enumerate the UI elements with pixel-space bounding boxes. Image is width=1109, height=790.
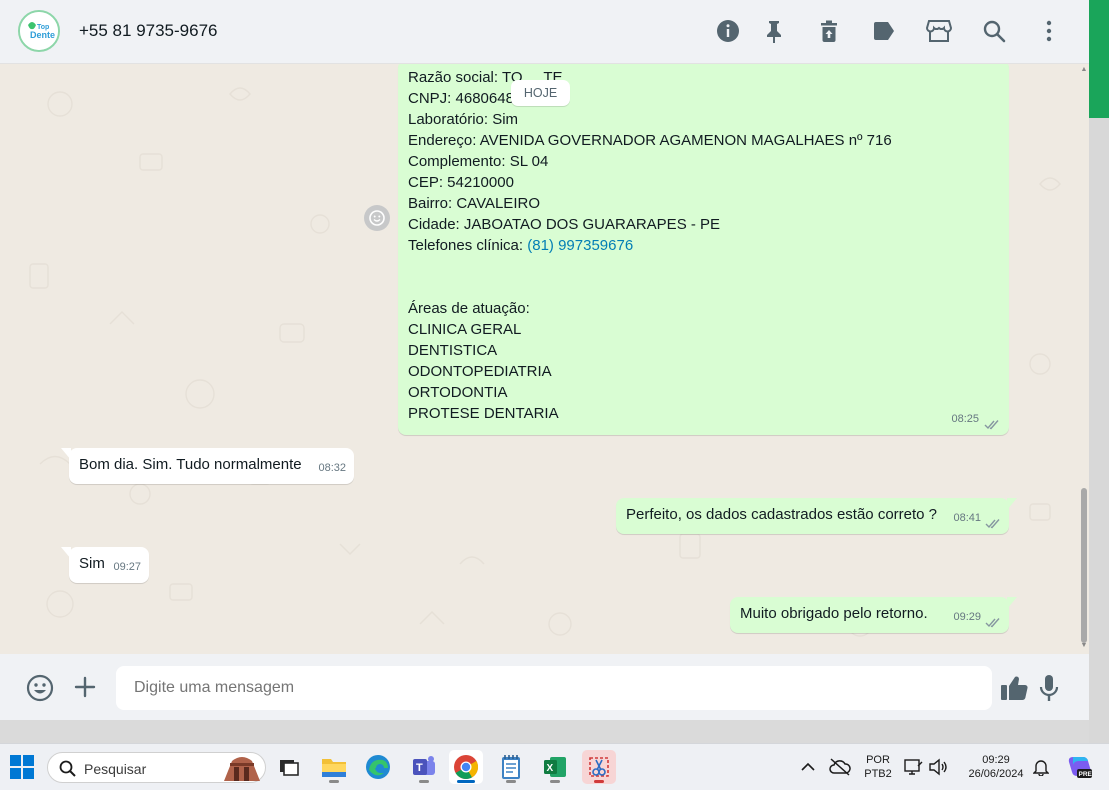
read-ticks-icon [985, 618, 1000, 628]
scroll-up-arrow[interactable]: ▲ [1080, 66, 1088, 74]
contact-avatar[interactable]: Top Dente [18, 10, 60, 52]
volume-icon[interactable] [925, 750, 951, 784]
svg-text:PRE: PRE [1079, 771, 1093, 778]
label-icon[interactable] [871, 18, 897, 44]
search-label: Pesquisar [84, 761, 147, 777]
running-indicator [594, 780, 604, 783]
menu-icon[interactable] [1036, 18, 1062, 44]
notification-bell-icon[interactable] [1027, 750, 1055, 784]
active-indicator [457, 780, 475, 783]
bubble-tail [61, 448, 71, 460]
outgoing-message-bubble[interactable]: Perfeito, os dados cadastrados estão cor… [616, 498, 1009, 534]
message-text: Perfeito, os dados cadastrados estão cor… [626, 506, 938, 523]
bubble-tail [61, 547, 71, 559]
plus-icon[interactable] [72, 674, 98, 700]
snipping-tool-icon[interactable] [582, 750, 616, 784]
pin-icon[interactable] [761, 18, 787, 44]
network-icon[interactable] [900, 750, 926, 784]
search-highlight-image [224, 757, 260, 781]
microphone-icon[interactable] [1036, 673, 1062, 703]
chat-header: Top Dente +55 81 9735-9676 [0, 0, 1089, 64]
notepad-icon[interactable] [494, 750, 528, 784]
search-icon [59, 760, 76, 777]
incoming-message-bubble[interactable]: Sim 09:27 [69, 547, 149, 583]
read-ticks-icon [984, 420, 999, 430]
running-indicator [506, 780, 516, 783]
search-icon[interactable] [981, 18, 1007, 44]
message-time: 09:29 [953, 611, 981, 623]
cloud-offline-icon[interactable] [823, 750, 857, 784]
windows-taskbar: Pesquisar T X POR PTB2 09:29 26/06/2024 … [0, 743, 1109, 790]
taskbar-search[interactable]: Pesquisar [47, 752, 266, 783]
message-time: 08:25 [951, 413, 979, 425]
info-icon[interactable] [715, 18, 741, 44]
running-indicator [419, 780, 429, 783]
message-text: Razão social: TO TE CNPJ: 4680648 Labora… [408, 69, 892, 422]
file-explorer-icon[interactable] [317, 750, 351, 784]
compose-bar [0, 654, 1089, 720]
language-indicator[interactable]: POR PTB2 [860, 753, 896, 781]
date-divider: HOJE [511, 80, 570, 106]
chrome-icon[interactable] [449, 750, 483, 784]
incoming-message-bubble[interactable]: Bom dia. Sim. Tudo normalmente 08:32 [69, 448, 354, 484]
message-text: Bom dia. Sim. Tudo normalmente [79, 456, 302, 473]
running-indicator [550, 780, 560, 783]
scrollbar-thumb[interactable] [1081, 488, 1087, 643]
message-list[interactable]: Razão social: TO TE CNPJ: 4680648 Labora… [0, 64, 1089, 654]
bubble-tail [1007, 597, 1017, 609]
outgoing-message-bubble[interactable]: Muito obrigado pelo retorno. 09:29 [730, 597, 1009, 633]
message-time: 08:41 [953, 512, 981, 524]
chat-scrollbar[interactable]: ▲ ▼ [1080, 66, 1088, 652]
read-ticks-icon [985, 519, 1000, 529]
svg-text:T: T [416, 762, 423, 774]
window-edge-accent [1089, 0, 1109, 118]
message-text: Muito obrigado pelo retorno. [740, 605, 928, 622]
edge-icon[interactable] [361, 750, 395, 784]
window-edge [1089, 118, 1109, 743]
svg-text:X: X [547, 763, 554, 774]
message-text: Sim [79, 555, 105, 572]
store-icon[interactable] [926, 18, 952, 44]
message-time: 08:32 [318, 462, 346, 474]
task-view-icon[interactable] [272, 750, 306, 784]
scroll-down-arrow[interactable]: ▼ [1080, 642, 1088, 650]
thumbs-up-icon[interactable] [999, 673, 1029, 703]
teams-icon[interactable]: T [407, 750, 441, 784]
message-time: 09:27 [113, 561, 141, 573]
copilot-icon[interactable]: PRE [1062, 750, 1096, 784]
running-indicator [329, 780, 339, 783]
chevron-up-icon[interactable] [791, 750, 825, 784]
window-bottom-border [0, 720, 1089, 743]
bubble-tail [1007, 498, 1017, 510]
svg-text:Dente: Dente [30, 30, 55, 40]
forward-icon[interactable] [364, 205, 390, 231]
start-button[interactable] [5, 750, 39, 784]
forwarded-message-bubble[interactable]: Razão social: TO TE CNPJ: 4680648 Labora… [398, 64, 1009, 435]
delete-icon[interactable] [816, 18, 842, 44]
phone-link[interactable]: (81) 997359676 [527, 237, 633, 254]
clock[interactable]: 09:29 26/06/2024 [960, 753, 1032, 781]
message-input[interactable] [116, 666, 992, 710]
emoji-icon[interactable] [25, 673, 55, 703]
excel-icon[interactable]: X [538, 750, 572, 784]
contact-name[interactable]: +55 81 9735-9676 [79, 21, 218, 41]
